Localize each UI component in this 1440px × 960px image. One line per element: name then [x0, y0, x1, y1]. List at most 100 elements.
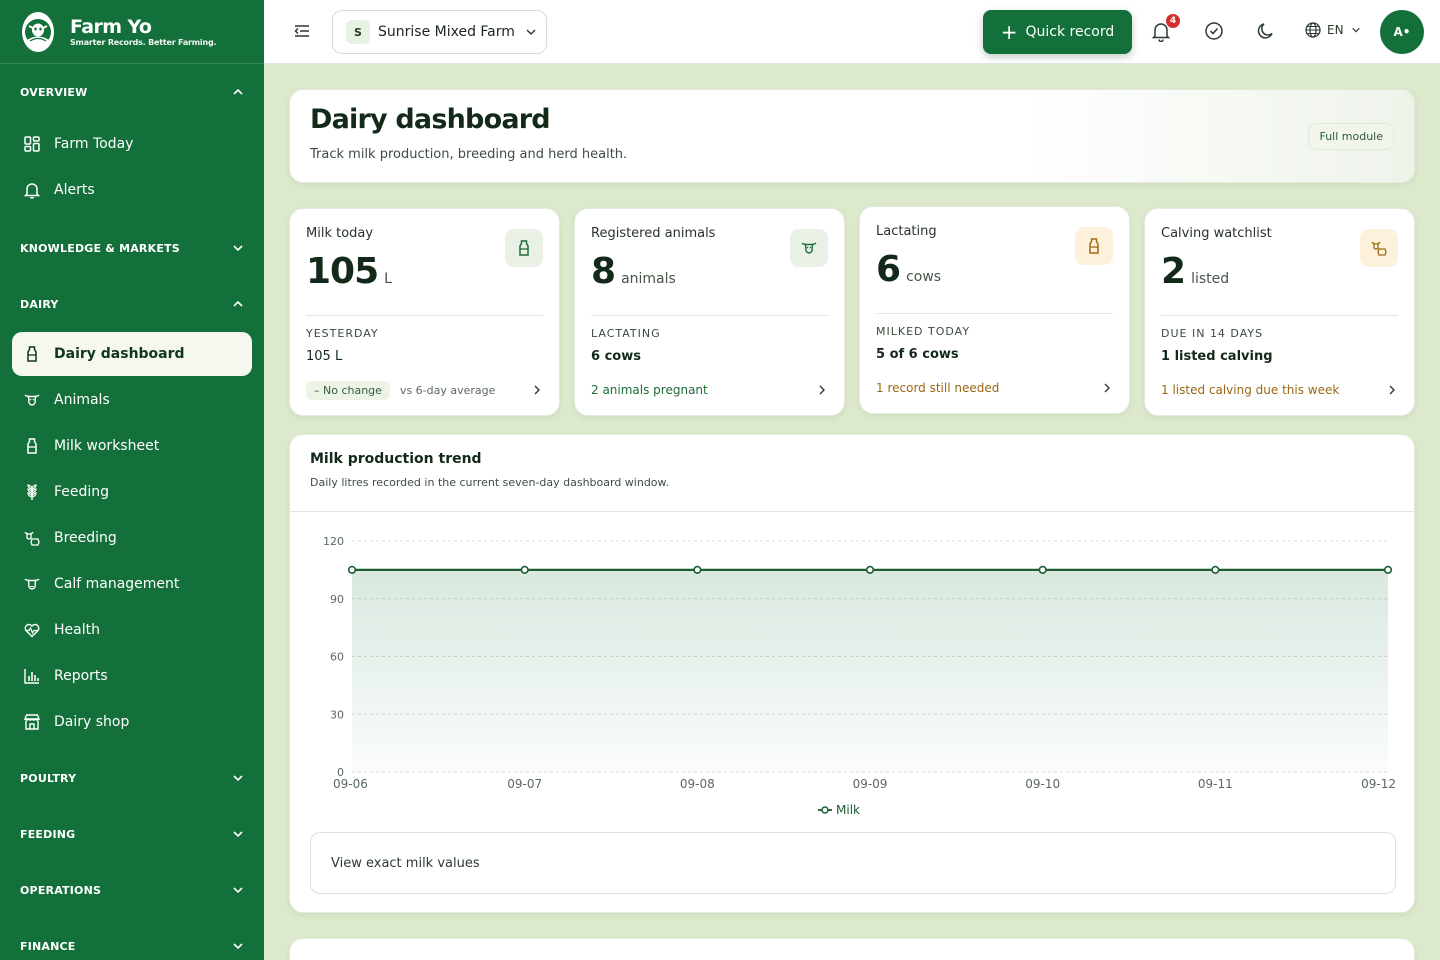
- section-feeding[interactable]: FEEDING: [0, 806, 264, 862]
- chevron-down-icon: [233, 943, 243, 950]
- brand-name: Farm Yo: [70, 15, 152, 38]
- divider: [1161, 315, 1398, 316]
- section-title: FEEDING: [20, 827, 76, 841]
- farm-name: Sunrise Mixed Farm: [378, 24, 515, 40]
- milk-data-point: [1383, 565, 1393, 574]
- calf-icon: [23, 575, 41, 593]
- sidebar-item-label: Dairy dashboard: [54, 346, 185, 362]
- sidebar-item-farm-today[interactable]: Farm Today: [12, 122, 252, 166]
- milk-data-point: [1038, 565, 1047, 574]
- sidebar-item-milk-worksheet[interactable]: Milk worksheet: [12, 424, 252, 468]
- stat-value: 105 L: [306, 251, 392, 292]
- stat-sub-label: MILKED TODAY: [876, 325, 971, 338]
- milk-bottle-icon: [23, 345, 41, 363]
- stat-card-lactating[interactable]: Lactating 6 cows MILKED TODAY 5 of 6 cow…: [859, 206, 1130, 414]
- brand[interactable]: Farm Yo Smarter Records. Better Farming.: [0, 0, 264, 64]
- stat-label: Calving watchlist: [1161, 226, 1272, 241]
- stat-sub-value: 1 listed calving: [1161, 349, 1273, 364]
- pregnant-link[interactable]: 2 animals pregnant: [591, 383, 708, 397]
- milk-bottle-icon: [505, 229, 543, 267]
- divider: [876, 313, 1113, 314]
- heart-pulse-icon: [23, 621, 41, 639]
- milk-trend-chart: 0306090120 09-06 09-07 09-08 09-09 09-10 09-1…: [323, 535, 1396, 817]
- section-poultry[interactable]: POULTRY: [0, 750, 264, 806]
- x-tick-label: 09-07: [507, 777, 542, 791]
- chevron-right-icon[interactable]: [531, 384, 543, 396]
- milk-bottle-icon: [23, 437, 41, 455]
- legend-marker-icon: [821, 806, 829, 814]
- x-tick-label: 09-08: [680, 777, 715, 791]
- chevron-down-icon: [526, 29, 536, 35]
- chevron-right-icon[interactable]: [816, 384, 828, 396]
- sidebar-item-alerts[interactable]: Alerts: [12, 168, 252, 212]
- cow-icon: [790, 229, 828, 267]
- divider: [591, 315, 828, 316]
- sidebar-item-animals[interactable]: Animals: [12, 378, 252, 422]
- milk-data-point: [865, 565, 875, 574]
- dark-mode-moon-icon[interactable]: [1255, 20, 1277, 42]
- full-module-button[interactable]: Full module: [1308, 123, 1394, 150]
- chevron-right-icon[interactable]: [1386, 384, 1398, 396]
- milk-trend-card: Milk production trend Daily litres recor…: [289, 434, 1415, 913]
- next-section-card: [289, 938, 1415, 960]
- stat-value: 8 animals: [591, 251, 676, 292]
- stat-footer: 1 listed calving due this week: [1161, 379, 1398, 401]
- legend-label: Milk: [836, 803, 860, 817]
- check-circle-icon[interactable]: [1203, 20, 1225, 42]
- calving-due-link[interactable]: 1 listed calving due this week: [1161, 383, 1339, 397]
- stat-card-milk-today[interactable]: Milk today 105 L YESTERDAY 105 L – No ch…: [289, 208, 560, 416]
- page-title: Dairy dashboard: [310, 104, 551, 135]
- topbar: S Sunrise Mixed Farm + Quick record 4 EN…: [264, 0, 1440, 64]
- stat-unit: animals: [621, 271, 676, 287]
- wheat-icon: [23, 483, 41, 501]
- chevron-right-icon[interactable]: [1101, 382, 1113, 394]
- bar-chart-icon: [23, 667, 41, 685]
- sidebar-item-health[interactable]: Health: [12, 608, 252, 652]
- bell-icon: [23, 181, 41, 199]
- y-tick-label: 60: [330, 651, 344, 664]
- sidebar-item-reports[interactable]: Reports: [12, 654, 252, 698]
- page-header-card: Dairy dashboard Track milk production, b…: [289, 89, 1415, 183]
- sidebar: Farm Yo Smarter Records. Better Farming.…: [0, 0, 264, 960]
- user-avatar[interactable]: A•: [1380, 10, 1424, 54]
- section-title: FINANCE: [20, 939, 76, 953]
- stat-footer: 2 animals pregnant: [591, 379, 828, 401]
- breeding-icon: [23, 529, 41, 547]
- quick-record-button[interactable]: + Quick record: [983, 10, 1132, 54]
- sidebar-item-label: Breeding: [54, 530, 117, 546]
- chevron-down-icon: [233, 831, 243, 838]
- section-knowledge-markets[interactable]: KNOWLEDGE & MARKETS: [0, 220, 264, 276]
- store-icon: [23, 713, 41, 731]
- farm-selector[interactable]: S Sunrise Mixed Farm: [332, 10, 547, 54]
- language-code: EN: [1327, 23, 1344, 37]
- section-overview[interactable]: OVERVIEW: [0, 64, 264, 120]
- sidebar-item-feeding[interactable]: Feeding: [12, 470, 252, 514]
- stat-sub-label: YESTERDAY: [306, 327, 379, 340]
- sidebar-item-calf-management[interactable]: Calf management: [12, 562, 252, 606]
- milk-data-point: [520, 565, 529, 574]
- stat-unit: L: [384, 271, 392, 287]
- sidebar-item-dairy-dashboard[interactable]: Dairy dashboard: [12, 332, 252, 376]
- stat-sub-value: 105 L: [306, 349, 343, 364]
- section-finance[interactable]: FINANCE: [0, 918, 264, 960]
- section-dairy[interactable]: DAIRY: [0, 276, 264, 332]
- stat-card-registered-animals[interactable]: Registered animals 8 animals LACTATING 6…: [574, 208, 845, 416]
- stat-label: Registered animals: [591, 226, 716, 241]
- sidebar-item-breeding[interactable]: Breeding: [12, 516, 252, 560]
- language-selector[interactable]: EN: [1304, 21, 1366, 39]
- sidebar-item-dairy-shop[interactable]: Dairy shop: [12, 700, 252, 744]
- sidebar-toggle-icon[interactable]: [292, 21, 312, 41]
- chevron-up-icon: [233, 88, 243, 95]
- chevron-down-icon: [233, 245, 243, 252]
- milk-data-point: [1211, 565, 1220, 574]
- record-needed-link[interactable]: 1 record still needed: [876, 381, 999, 395]
- x-tick-label: 09-12: [1361, 777, 1396, 791]
- view-exact-values-toggle[interactable]: View exact milk values: [310, 832, 1396, 894]
- sidebar-item-label: Reports: [54, 668, 108, 684]
- divider: [306, 315, 543, 316]
- stat-sub-value: 5 of 6 cows: [876, 347, 959, 362]
- stat-card-calving-watchlist[interactable]: Calving watchlist 2 listed DUE IN 14 DAY…: [1144, 208, 1415, 416]
- section-operations[interactable]: OPERATIONS: [0, 862, 264, 918]
- sidebar-item-label: Calf management: [54, 576, 180, 592]
- y-tick-label: 90: [330, 593, 344, 606]
